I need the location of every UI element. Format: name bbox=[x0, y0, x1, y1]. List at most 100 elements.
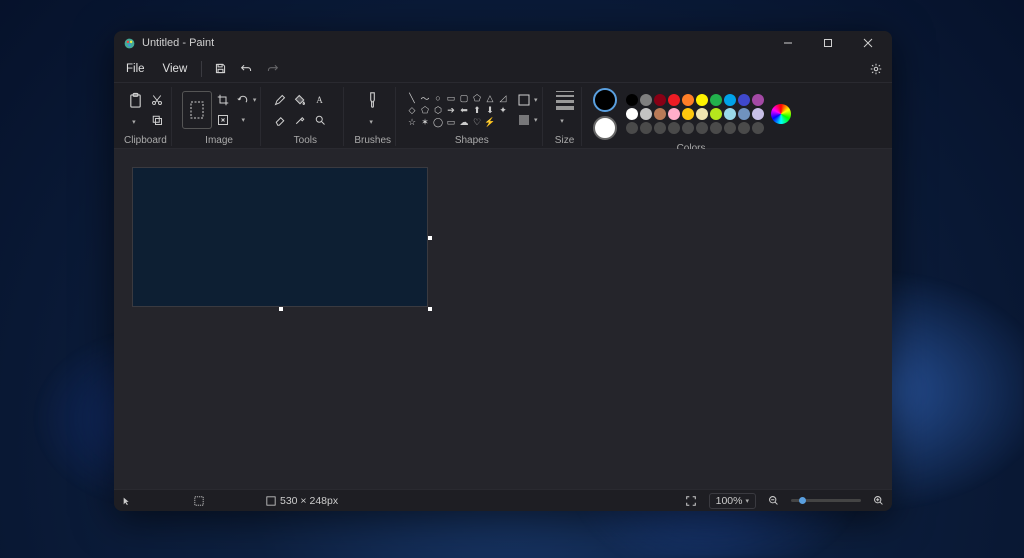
color-swatch[interactable] bbox=[654, 108, 666, 120]
shapes-gallery[interactable]: ╲ 〜 ○ ▭ ▢ ⬠ △ ◿ ◇ ⬠ ⬡ ➔ ⬅ ⬆ ⬇ ✦ ☆ bbox=[406, 93, 509, 128]
shape-diamond[interactable]: ◇ bbox=[406, 105, 418, 116]
color-swatch[interactable] bbox=[640, 94, 652, 106]
save-button[interactable] bbox=[208, 57, 232, 81]
shape-oval[interactable]: ○ bbox=[432, 93, 444, 104]
shape-pentagon[interactable]: ⬠ bbox=[419, 105, 431, 116]
magnifier-tool[interactable] bbox=[311, 111, 329, 129]
color-swatch[interactable] bbox=[682, 122, 694, 134]
color-swatch[interactable] bbox=[654, 122, 666, 134]
cut-button[interactable] bbox=[148, 91, 166, 109]
color-swatch[interactable] bbox=[724, 94, 736, 106]
shape-outline-dropdown[interactable]: ▾ bbox=[534, 96, 538, 104]
color-swatch[interactable] bbox=[626, 94, 638, 106]
color-swatch[interactable] bbox=[668, 94, 680, 106]
color-swatch[interactable] bbox=[640, 122, 652, 134]
maximize-button[interactable] bbox=[808, 31, 848, 55]
brush-tool[interactable] bbox=[362, 89, 384, 111]
color-swatch[interactable] bbox=[710, 122, 722, 134]
redo-button[interactable] bbox=[260, 57, 284, 81]
shape-lightning[interactable]: ⚡ bbox=[484, 117, 496, 128]
brush-dropdown[interactable]: ▾ bbox=[362, 113, 380, 131]
shape-callout-cloud[interactable]: ☁ bbox=[458, 117, 470, 128]
shape-heart[interactable]: ♡ bbox=[471, 117, 483, 128]
color-swatch[interactable] bbox=[724, 108, 736, 120]
color-swatch[interactable] bbox=[710, 108, 722, 120]
shape-arrow-u[interactable]: ⬆ bbox=[471, 105, 483, 116]
canvas[interactable] bbox=[132, 167, 428, 307]
fit-screen-button[interactable] bbox=[685, 495, 697, 507]
shape-rect[interactable]: ▭ bbox=[445, 93, 457, 104]
color-swatch[interactable] bbox=[752, 108, 764, 120]
minimize-button[interactable] bbox=[768, 31, 808, 55]
shape-fill-dropdown[interactable]: ▾ bbox=[534, 116, 538, 124]
paste-button[interactable] bbox=[124, 89, 146, 111]
resize-handle-right[interactable] bbox=[428, 236, 432, 240]
color-swatch[interactable] bbox=[738, 108, 750, 120]
fill-tool[interactable] bbox=[291, 91, 309, 109]
shape-fill-button[interactable] bbox=[515, 111, 533, 129]
select-dropdown[interactable]: ▾ bbox=[234, 111, 252, 129]
text-tool[interactable]: A bbox=[311, 91, 329, 109]
color-swatch[interactable] bbox=[696, 122, 708, 134]
shape-star5[interactable]: ☆ bbox=[406, 117, 418, 128]
color-swatch[interactable] bbox=[640, 108, 652, 120]
rotate-button[interactable] bbox=[234, 91, 252, 109]
resize-handle-bottom[interactable] bbox=[279, 307, 283, 311]
color2-well[interactable] bbox=[593, 116, 617, 140]
shape-outline-button[interactable] bbox=[515, 91, 533, 109]
menu-view[interactable]: View bbox=[155, 59, 196, 79]
zoom-in-button[interactable] bbox=[873, 495, 884, 506]
shape-triangle[interactable]: △ bbox=[484, 93, 496, 104]
shape-hexagon[interactable]: ⬡ bbox=[432, 105, 444, 116]
color-swatch[interactable] bbox=[696, 108, 708, 120]
shape-star4[interactable]: ✦ bbox=[497, 105, 509, 116]
color-swatch[interactable] bbox=[752, 94, 764, 106]
zoom-combo[interactable]: 100% ▾ bbox=[709, 493, 756, 509]
size-dropdown[interactable]: ▾ bbox=[553, 112, 571, 130]
rotate-dropdown[interactable]: ▾ bbox=[253, 96, 257, 104]
pencil-tool[interactable] bbox=[271, 91, 289, 109]
canvas-area[interactable] bbox=[114, 149, 892, 489]
shape-polygon[interactable]: ⬠ bbox=[471, 93, 483, 104]
edit-colors-button[interactable] bbox=[771, 104, 791, 124]
size-button[interactable] bbox=[553, 91, 577, 110]
color-swatch[interactable] bbox=[738, 94, 750, 106]
shape-right-triangle[interactable]: ◿ bbox=[497, 93, 509, 104]
color-swatch[interactable] bbox=[710, 94, 722, 106]
crop-button[interactable] bbox=[214, 91, 232, 109]
color-picker-tool[interactable] bbox=[291, 111, 309, 129]
color-swatch[interactable] bbox=[654, 94, 666, 106]
menu-file[interactable]: File bbox=[118, 59, 153, 79]
close-button[interactable] bbox=[848, 31, 888, 55]
eraser-tool[interactable] bbox=[271, 111, 289, 129]
shape-arrow-r[interactable]: ➔ bbox=[445, 105, 457, 116]
settings-button[interactable] bbox=[864, 57, 888, 81]
zoom-slider[interactable] bbox=[791, 499, 861, 502]
color1-well[interactable] bbox=[593, 88, 617, 112]
shape-curve[interactable]: 〜 bbox=[419, 93, 431, 104]
color-swatch[interactable] bbox=[626, 122, 638, 134]
shape-arrow-d[interactable]: ⬇ bbox=[484, 105, 496, 116]
shape-callout-rect[interactable]: ▭ bbox=[445, 117, 457, 128]
color-swatch[interactable] bbox=[682, 108, 694, 120]
select-tool[interactable] bbox=[182, 91, 212, 129]
resize-handle-corner[interactable] bbox=[428, 307, 432, 311]
shape-line[interactable]: ╲ bbox=[406, 93, 418, 104]
color-swatch[interactable] bbox=[724, 122, 736, 134]
zoom-slider-thumb[interactable] bbox=[799, 497, 806, 504]
color-swatch[interactable] bbox=[738, 122, 750, 134]
shape-roundrect[interactable]: ▢ bbox=[458, 93, 470, 104]
color-swatch[interactable] bbox=[752, 122, 764, 134]
color-swatch[interactable] bbox=[696, 94, 708, 106]
color-swatch[interactable] bbox=[668, 122, 680, 134]
color-swatch[interactable] bbox=[668, 108, 680, 120]
paste-dropdown[interactable]: ▾ bbox=[124, 113, 142, 131]
shape-callout-round[interactable]: ◯ bbox=[432, 117, 444, 128]
copy-button[interactable] bbox=[148, 111, 166, 129]
shape-arrow-l[interactable]: ⬅ bbox=[458, 105, 470, 116]
shape-star6[interactable]: ✶ bbox=[419, 117, 431, 128]
color-swatch[interactable] bbox=[682, 94, 694, 106]
color-swatch[interactable] bbox=[626, 108, 638, 120]
resize-button[interactable] bbox=[214, 111, 232, 129]
zoom-out-button[interactable] bbox=[768, 495, 779, 506]
